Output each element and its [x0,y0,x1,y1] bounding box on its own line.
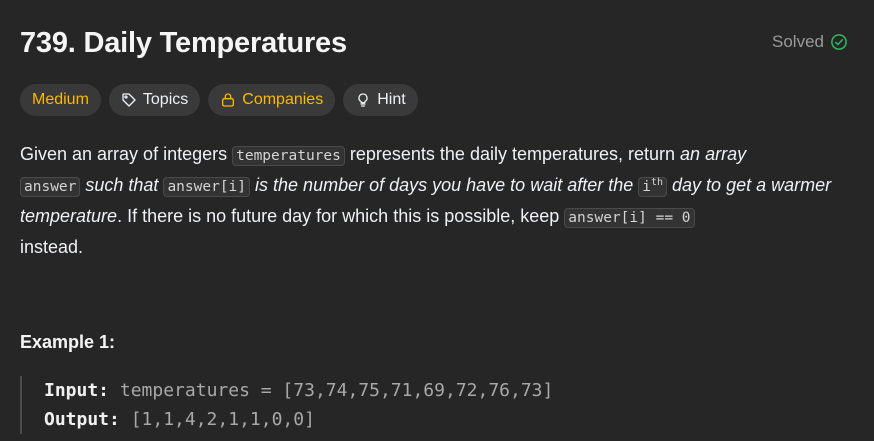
problem-tags: Medium Topics Companies Hint [20,84,854,116]
example-output-line: Output: [1,1,4,2,1,1,0,0] [44,405,553,434]
example-title: Example 1: [20,332,116,352]
topics-button[interactable]: Topics [108,84,201,116]
lightbulb-icon [358,93,368,107]
hint-button[interactable]: Hint [343,84,418,116]
hint-label: Hint [377,91,406,108]
check-circle-icon [831,34,847,50]
desc-italic: an array [680,144,747,164]
example-input-label: Input: [44,380,110,401]
problem-description: Given an array of integers temperatures … [20,140,850,262]
solved-label: Solved [772,32,824,51]
code-ith-base: i [642,179,651,195]
companies-button[interactable]: Companies [208,84,336,116]
problem-header: 739. Daily Temperatures Solved [20,0,854,62]
code-ith-sup: th [650,177,664,189]
solved-status: Solved [772,32,848,52]
problem-title[interactable]: 739. Daily Temperatures [20,24,347,62]
code-temperatures: temperatures [232,146,345,166]
desc-text: . If there is no future day for which th… [117,206,565,226]
example-input-value: temperatures = [73,74,75,71,69,72,76,73] [119,380,554,401]
desc-text: instead. [20,237,84,257]
example-output-value: [1,1,4,2,1,1,0,0] [130,409,315,430]
difficulty-badge: Medium [20,84,101,116]
desc-text: represents the daily temperatures, retur… [344,144,681,164]
example-block: Input: temperatures = [73,74,75,71,69,72… [20,376,553,434]
code-answer-i: answer[i] [163,177,251,197]
desc-italic: such that [80,175,164,195]
topics-label: Topics [142,91,189,108]
companies-label: Companies [242,91,324,108]
desc-text: Given an array of integers [20,144,233,164]
code-answer: answer [20,177,81,197]
code-answer-zero: answer[i] == 0 [564,208,695,228]
example-output-label: Output: [44,409,120,430]
lock-icon [222,93,235,107]
example-input-line: Input: temperatures = [73,74,75,71,69,72… [44,376,553,405]
desc-italic: is the number of days you have to wait a… [250,175,639,195]
code-ith: ith [638,177,668,197]
problem-panel: 739. Daily Temperatures Solved Medium To… [0,0,874,441]
difficulty-label: Medium [32,91,89,108]
tag-icon [122,93,136,107]
